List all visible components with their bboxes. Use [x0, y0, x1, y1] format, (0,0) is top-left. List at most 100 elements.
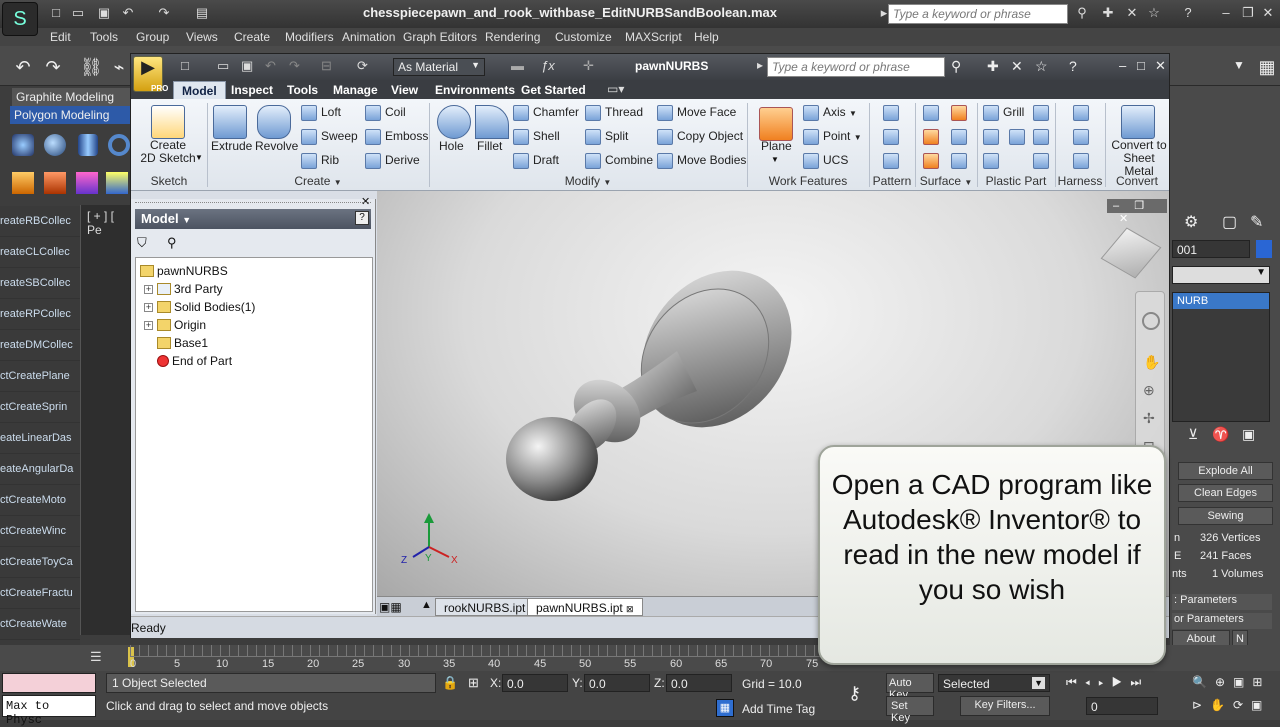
chevron-down-icon[interactable]: ▼	[771, 155, 779, 164]
parameters-rollout[interactable]: : Parameters	[1172, 594, 1272, 610]
help-icon[interactable]: ?	[355, 211, 369, 225]
expand-icon[interactable]: +	[144, 303, 153, 312]
favorites-star-icon[interactable]: ☆	[1035, 58, 1048, 75]
new-file-icon[interactable]: □	[48, 5, 64, 21]
display-tab-icon[interactable]: ▢	[1222, 212, 1237, 232]
x-coordinate-field[interactable]: 0.0	[502, 674, 568, 692]
doc-tab-rook[interactable]: rookNURBS.ipt	[435, 598, 535, 616]
maxscript-listener-pink[interactable]	[2, 673, 96, 693]
tab-inspect[interactable]: Inspect	[223, 81, 281, 99]
toolbar-icon[interactable]: ▦	[1256, 56, 1278, 78]
current-frame-field[interactable]: 0	[1086, 697, 1158, 715]
thicken-icon[interactable]	[923, 105, 939, 121]
thread-button[interactable]: Thread	[585, 105, 643, 121]
rectangular-pattern-icon[interactable]	[883, 105, 899, 121]
hole-button[interactable]: Hole	[439, 139, 464, 153]
tree-node[interactable]: + Origin	[144, 316, 206, 334]
sewing-button[interactable]: Sewing	[1178, 507, 1273, 525]
link-icon[interactable]: ⛓	[80, 56, 103, 78]
menu-modifiers[interactable]: Modifiers	[285, 30, 334, 44]
close-icon[interactable]: ⊠	[626, 604, 634, 614]
close-icon[interactable]: ✕	[1260, 5, 1276, 21]
command-item[interactable]: eateLinearDas	[0, 423, 80, 454]
menu-help[interactable]: Help	[694, 30, 719, 44]
harness-icon-2[interactable]	[1073, 129, 1089, 145]
command-item[interactable]: reateSBCollec	[0, 268, 80, 299]
split-button[interactable]: Split	[585, 129, 628, 145]
pin-stack-icon[interactable]: ⊻	[1188, 426, 1198, 443]
add-time-tag[interactable]: Add Time Tag	[742, 702, 815, 716]
viewport-nav-icon[interactable]: ⊳✋⟳▣	[1192, 698, 1270, 712]
command-item[interactable]: ctCreateWate	[0, 609, 80, 640]
close-icon[interactable]: ✕	[1155, 58, 1166, 74]
playback-controls-icon[interactable]: ⏮◂▸▶⏭	[1066, 675, 1149, 690]
viewport-label[interactable]: [ + ] [ Pe	[87, 209, 130, 237]
appearance-icon[interactable]: ▬	[511, 58, 524, 73]
loft-button[interactable]: Loft	[301, 105, 341, 121]
find-binoculars-icon[interactable]: ⚲	[167, 235, 177, 251]
modify-tab-icon[interactable]: ⚙	[1184, 212, 1198, 232]
key-filters-button[interactable]: Key Filters...	[960, 696, 1050, 716]
tree-node[interactable]: End of Part	[144, 352, 232, 370]
communication-icon[interactable]: ✕	[1011, 58, 1023, 75]
tree-node[interactable]: pawnNURBS	[140, 262, 228, 280]
measure-icon[interactable]: ✛	[583, 58, 594, 74]
max-search-input[interactable]: Type a keyword or phrase	[888, 4, 1068, 24]
restore-icon[interactable]: ❐	[1240, 5, 1256, 21]
sphere-primitive-icon[interactable]	[44, 134, 66, 156]
app-logo-icon[interactable]: S	[2, 2, 38, 36]
undo-icon[interactable]: ↶	[12, 56, 34, 78]
derive-button[interactable]: Derive	[365, 153, 420, 169]
menu-rendering[interactable]: Rendering	[485, 30, 540, 44]
unlink-icon[interactable]: ⌁	[108, 56, 130, 78]
save-icon[interactable]: ▣	[96, 5, 112, 21]
modifier-stack[interactable]: NURB	[1172, 292, 1270, 422]
time-tag-icon[interactable]: ▦	[716, 699, 734, 717]
chevron-down-icon[interactable]: ▼	[334, 178, 342, 187]
tree-node[interactable]: +3rd Party	[144, 280, 223, 298]
chevron-down-icon[interactable]: ▼	[195, 153, 203, 162]
binoculars-icon[interactable]: ⚲	[1074, 5, 1090, 21]
command-item[interactable]: eateAngularDa	[0, 454, 80, 485]
command-item[interactable]: ctCreateWinc	[0, 516, 80, 547]
harness-icon-3[interactable]	[1073, 153, 1089, 169]
orbit-icon[interactable]: ✢	[1143, 410, 1155, 427]
circular-pattern-icon[interactable]	[883, 129, 899, 145]
rule-fillet-icon[interactable]	[1033, 129, 1049, 145]
pan-hand-icon[interactable]: ✋	[1143, 354, 1160, 371]
rib-network-icon[interactable]	[1033, 153, 1049, 169]
show-end-result-icon[interactable]: ♈	[1212, 426, 1229, 443]
create-2d-sketch-button[interactable]: Create 2D Sketch	[139, 139, 197, 165]
return-icon[interactable]: ⊟	[321, 58, 332, 74]
modifier-list-dropdown[interactable]: ▼	[1172, 266, 1270, 284]
minimize-icon[interactable]: –	[1113, 200, 1119, 212]
communication-icon[interactable]: ✕	[1124, 5, 1140, 21]
auto-key-button[interactable]: Auto Key	[886, 673, 934, 701]
tab-model[interactable]: Model	[173, 81, 226, 99]
stitch-icon[interactable]	[951, 105, 967, 121]
chevron-down-icon[interactable]: ▼	[603, 178, 611, 187]
command-item[interactable]: ctCreateFractu	[0, 578, 80, 609]
ucs-button[interactable]: UCS	[803, 153, 848, 169]
browser-grip[interactable]	[135, 202, 371, 204]
undo-icon[interactable]: ↶	[265, 58, 276, 74]
key-icon[interactable]: ⚷	[848, 683, 861, 704]
revolve-button[interactable]: Revolve	[255, 139, 298, 153]
sweep-button[interactable]: Sweep	[301, 129, 358, 145]
tab-environments[interactable]: Environments	[427, 81, 523, 99]
object-color-swatch[interactable]	[1256, 240, 1272, 258]
cylinder-primitive-icon[interactable]	[78, 134, 98, 156]
subscription-icon[interactable]: ✚	[987, 58, 999, 75]
lip-icon[interactable]	[983, 153, 999, 169]
steering-wheel-icon[interactable]	[1142, 312, 1160, 330]
maximize-icon[interactable]: □	[1137, 58, 1145, 73]
tile-windows-icon[interactable]: ▣▦	[379, 600, 402, 614]
menu-views[interactable]: Views	[186, 30, 218, 44]
clean-edges-button[interactable]: Clean Edges	[1178, 484, 1273, 502]
expand-icon[interactable]: +	[144, 285, 153, 294]
favorites-star-icon[interactable]: ☆	[1146, 5, 1162, 21]
timeline-ruler[interactable]	[130, 645, 820, 657]
axis-button[interactable]: Axis ▼	[803, 105, 857, 121]
z-coordinate-field[interactable]: 0.0	[666, 674, 732, 692]
tab-view[interactable]: View	[383, 81, 426, 99]
